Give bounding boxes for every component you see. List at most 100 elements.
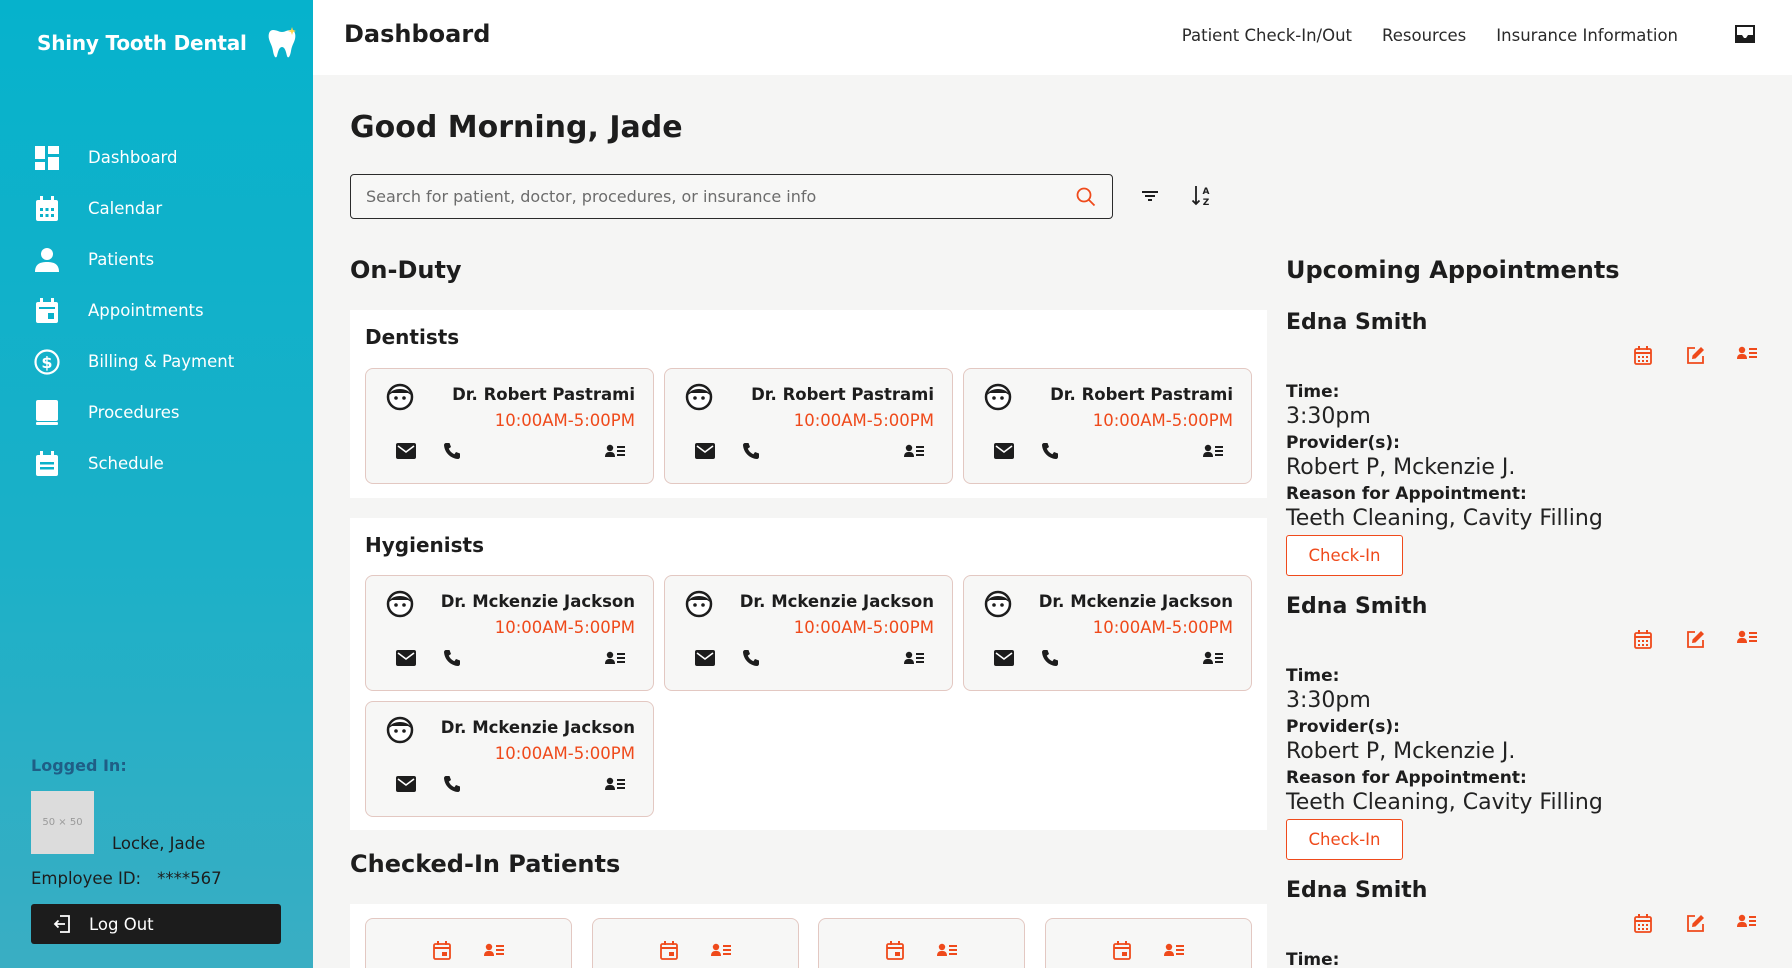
contact-card-icon[interactable] <box>1203 651 1223 665</box>
mail-icon[interactable] <box>396 443 416 459</box>
calendar-icon[interactable] <box>1617 914 1669 933</box>
face-icon <box>984 590 1012 618</box>
employee-id: ****567 <box>157 869 222 888</box>
logged-in-label: Logged In: <box>31 756 127 775</box>
contact-card-icon[interactable] <box>1721 914 1756 933</box>
phone-icon[interactable] <box>1041 649 1059 667</box>
contact-card-icon[interactable] <box>904 444 924 458</box>
contact-card-icon[interactable] <box>484 943 504 957</box>
appointment-card: Edna Smith Time: <box>1286 878 1756 968</box>
appointment-card: Edna Smith Time: 3:30pm Provider(s): Rob… <box>1286 310 1757 580</box>
sidebar-nav: Dashboard Calendar Patients Appointments… <box>32 132 234 489</box>
face-icon <box>685 383 713 411</box>
phone-icon[interactable] <box>443 442 461 460</box>
appointment-providers: Robert P, Mckenzie J. <box>1286 739 1516 764</box>
contact-card-icon[interactable] <box>1164 943 1184 957</box>
staff-card: Dr. Mckenzie Jackson 10:00AM-5:00PM <box>664 575 953 691</box>
checked-in-card <box>365 918 572 968</box>
mail-icon[interactable] <box>695 443 715 459</box>
sidebar-item-patients[interactable]: Patients <box>32 234 234 285</box>
svg-text:Z: Z <box>1203 198 1210 208</box>
sidebar-item-appointments[interactable]: Appointments <box>32 285 234 336</box>
appointment-actions <box>1617 346 1773 365</box>
mail-icon[interactable] <box>994 650 1014 666</box>
mail-icon[interactable] <box>994 443 1014 459</box>
appointment-reason: Teeth Cleaning, Cavity Filling <box>1286 790 1603 815</box>
face-icon <box>984 383 1012 411</box>
contact-card-icon[interactable] <box>1203 444 1223 458</box>
upcoming-title: Upcoming Appointments <box>1286 256 1620 284</box>
appointment-time: 3:30pm <box>1286 688 1371 713</box>
appointment-time: 3:30pm <box>1286 404 1371 429</box>
phone-icon[interactable] <box>742 649 760 667</box>
logout-button[interactable]: Log Out <box>31 904 281 944</box>
contact-card-icon[interactable] <box>711 943 731 957</box>
contact-card-icon[interactable] <box>605 651 625 665</box>
logout-label: Log Out <box>89 914 154 934</box>
contact-card-icon[interactable] <box>605 777 625 791</box>
employee-id-label: Employee ID: <box>31 869 142 888</box>
sort-alpha-icon[interactable]: AZ <box>1191 183 1213 209</box>
sidebar-item-billing[interactable]: $ Billing & Payment <box>32 336 234 387</box>
mail-icon[interactable] <box>396 776 416 792</box>
contact-card-icon[interactable] <box>937 943 957 957</box>
staff-name: Dr. Robert Pastrami <box>751 385 934 404</box>
sidebar-item-dashboard[interactable]: Dashboard <box>32 132 234 183</box>
search-bar <box>350 174 1113 219</box>
calendar-icon[interactable] <box>660 941 678 960</box>
link-resources[interactable]: Resources <box>1382 26 1466 45</box>
brand-name: Shiny Tooth Dental <box>37 31 247 55</box>
staff-hours: 10:00AM-5:00PM <box>1092 411 1233 430</box>
staff-card: Dr. Mckenzie Jackson 10:00AM-5:00PM <box>365 575 654 691</box>
appointment-actions <box>1617 630 1773 649</box>
phone-icon[interactable] <box>443 649 461 667</box>
contact-card-icon[interactable] <box>904 651 924 665</box>
check-in-button[interactable]: Check-In <box>1286 535 1403 576</box>
mail-icon[interactable] <box>396 650 416 666</box>
page-title: Dashboard <box>344 20 491 48</box>
time-label: Time: <box>1286 666 1340 686</box>
search-icon[interactable] <box>1076 187 1096 207</box>
on-duty-title: On-Duty <box>350 256 462 284</box>
schedule-icon <box>32 449 62 479</box>
sidebar-item-label: Dashboard <box>88 148 178 167</box>
dentists-title: Dentists <box>365 325 460 349</box>
check-in-button[interactable]: Check-In <box>1286 819 1403 860</box>
staff-name: Dr. Robert Pastrami <box>452 385 635 404</box>
search-input[interactable] <box>366 187 1076 206</box>
sidebar-item-calendar[interactable]: Calendar <box>32 183 234 234</box>
calendar-icon[interactable] <box>1617 630 1669 649</box>
contact-card-icon[interactable] <box>1721 346 1773 365</box>
brand[interactable]: Shiny Tooth Dental <box>37 26 297 60</box>
edit-icon[interactable] <box>1669 346 1721 365</box>
sidebar-item-procedures[interactable]: Procedures <box>32 387 234 438</box>
appointment-card: Edna Smith Time: 3:30pm Provider(s): Rob… <box>1286 594 1757 864</box>
inbox-icon[interactable] <box>1734 24 1756 44</box>
edit-icon[interactable] <box>1669 630 1721 649</box>
staff-hours: 10:00AM-5:00PM <box>793 618 934 637</box>
tooth-icon <box>268 27 296 58</box>
calendar-icon[interactable] <box>1617 346 1669 365</box>
calendar-icon[interactable] <box>1113 941 1131 960</box>
time-label: Time: <box>1286 382 1340 402</box>
calendar-icon[interactable] <box>433 941 451 960</box>
phone-icon[interactable] <box>1041 442 1059 460</box>
calendar-icon[interactable] <box>886 941 904 960</box>
provider-label: Provider(s): <box>1286 433 1400 453</box>
link-insurance-information[interactable]: Insurance Information <box>1496 26 1678 45</box>
face-icon <box>685 590 713 618</box>
filter-icon[interactable] <box>1141 183 1159 209</box>
mail-icon[interactable] <box>695 650 715 666</box>
book-icon <box>32 398 62 428</box>
edit-icon[interactable] <box>1669 914 1721 933</box>
svg-text:$: $ <box>41 353 52 372</box>
contact-card-icon[interactable] <box>605 444 625 458</box>
sidebar-item-schedule[interactable]: Schedule <box>32 438 234 489</box>
user-name: Locke, Jade <box>112 834 206 853</box>
contact-card-icon[interactable] <box>1721 630 1773 649</box>
phone-icon[interactable] <box>443 775 461 793</box>
phone-icon[interactable] <box>742 442 760 460</box>
checked-in-card <box>818 918 1025 968</box>
link-patient-check-in-out[interactable]: Patient Check-In/Out <box>1182 26 1352 45</box>
sidebar-item-label: Patients <box>88 250 155 269</box>
